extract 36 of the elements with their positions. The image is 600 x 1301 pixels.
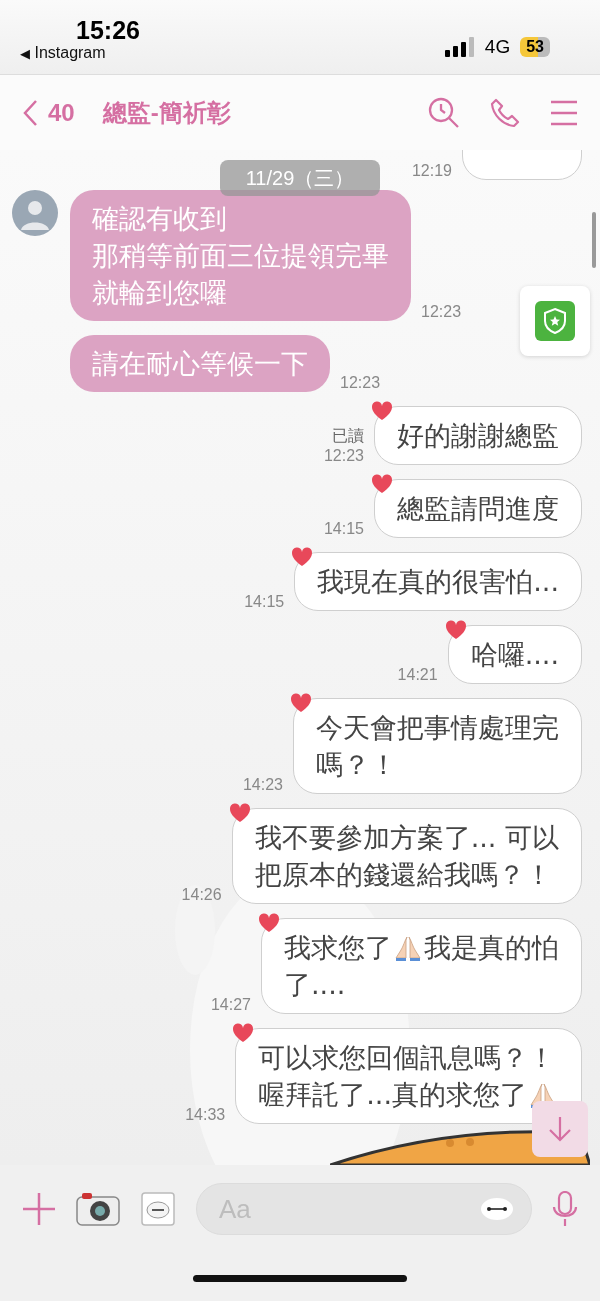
message-time: 12:23 — [323, 447, 364, 465]
shield-button[interactable] — [520, 286, 590, 356]
message-time: 12:23 — [340, 374, 381, 392]
sticker-icon[interactable] — [140, 1191, 176, 1227]
battery-indicator: 53 — [520, 37, 550, 57]
message-bubble: 請在耐心等候一下 — [70, 335, 330, 392]
phone-icon[interactable] — [490, 97, 520, 128]
shield-icon — [535, 301, 575, 341]
message-time: 14:26 — [181, 886, 222, 904]
date-label: 11/29（三） — [220, 160, 380, 196]
message-time: 14:21 — [397, 666, 438, 684]
scrollbar — [592, 212, 596, 268]
camera-icon[interactable] — [76, 1191, 120, 1227]
arrow-down-icon — [548, 1116, 572, 1142]
message-time: 12:23 — [421, 303, 462, 321]
network-label: 4G — [484, 36, 511, 58]
message-time: 12:19 — [411, 162, 452, 180]
message-bubble: 確認有收到 那稍等前面三位提領完畢 就輪到您囉 — [70, 190, 411, 321]
scroll-down-button[interactable] — [532, 1101, 588, 1157]
avatar-photo-placeholder[interactable] — [12, 190, 58, 236]
message-time: 14:33 — [185, 1106, 226, 1124]
message-time: 14:23 — [242, 776, 283, 794]
plus-icon[interactable] — [22, 1192, 56, 1226]
read-receipt: 已讀 — [332, 426, 364, 446]
chat-title: 總監-簡祈彰 — [102, 97, 231, 128]
menu-icon[interactable] — [550, 99, 578, 126]
signal-icon — [444, 37, 475, 57]
message-time: 14:15 — [244, 593, 285, 611]
microphone-icon[interactable] — [552, 1191, 578, 1227]
search-icon[interactable] — [428, 96, 460, 129]
back-to-app-link[interactable]: ◀ Instagram — [20, 43, 140, 64]
emoji-icon[interactable] — [480, 1197, 514, 1221]
message-time: 14:15 — [323, 520, 364, 538]
message-time: 14:27 — [210, 996, 251, 1014]
clock-time: 15:26 — [76, 17, 140, 43]
chevron-left-icon — [22, 98, 38, 127]
